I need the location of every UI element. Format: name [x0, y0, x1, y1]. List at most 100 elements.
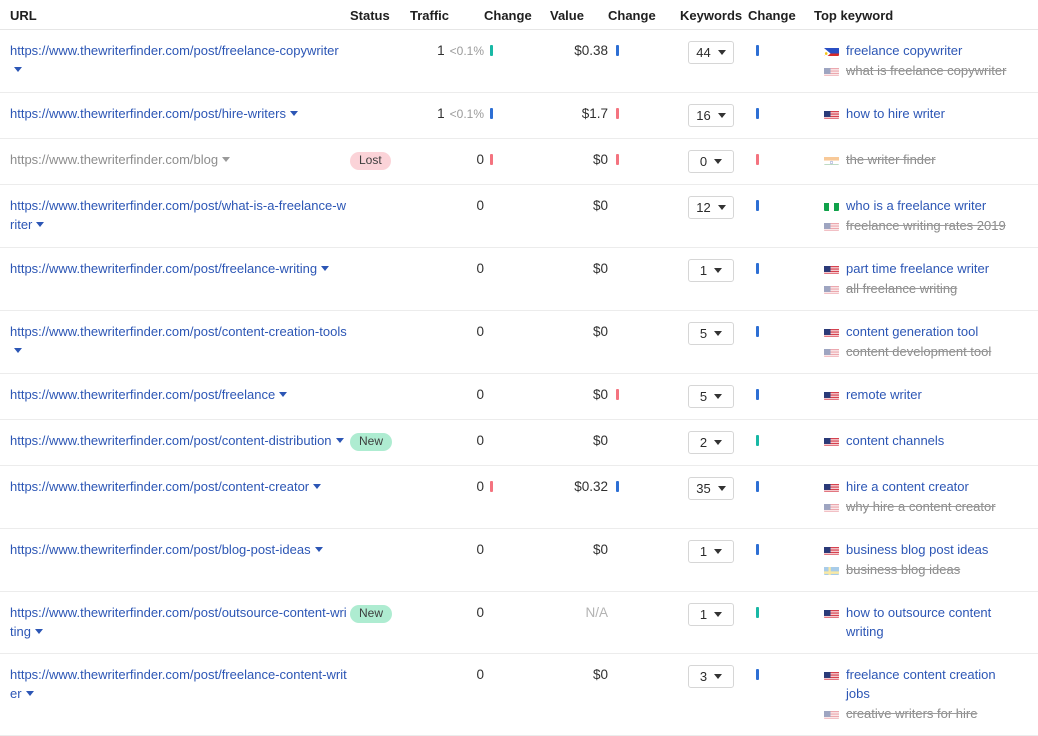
url-link[interactable]: https://www.thewriterfinder.com/post/wha… — [10, 198, 346, 232]
traffic-value: 0 — [476, 433, 484, 448]
keywords-count-dropdown[interactable]: 35 — [688, 477, 734, 500]
url-link[interactable]: https://www.thewriterfinder.com/post/con… — [10, 433, 332, 448]
top-keyword-cell: business blog post ideas business blog id… — [814, 540, 1014, 580]
url-link[interactable]: https://www.thewriterfinder.com/post/con… — [10, 479, 309, 494]
chevron-down-icon[interactable] — [313, 484, 322, 489]
keywords-count-dropdown[interactable]: 12 — [688, 196, 734, 219]
keywords-count-dropdown[interactable]: 1 — [688, 540, 734, 563]
chevron-down-icon[interactable] — [222, 157, 231, 162]
change-indicator-icon — [490, 544, 493, 555]
url-link[interactable]: https://www.thewriterfinder.com/post/fre… — [10, 261, 317, 276]
column-header-keywords-change[interactable]: Change — [748, 6, 814, 25]
url-link[interactable]: https://www.thewriterfinder.com/post/con… — [10, 324, 347, 339]
chevron-down-icon[interactable] — [14, 348, 22, 353]
chevron-down-icon — [714, 549, 723, 554]
chevron-down-icon[interactable] — [335, 438, 344, 443]
traffic-value: 0 — [476, 152, 484, 167]
chevron-down-icon[interactable] — [14, 67, 22, 72]
column-header-keywords[interactable]: Keywords — [680, 6, 748, 25]
value-amount: $0 — [592, 387, 608, 402]
chevron-down-icon[interactable] — [36, 222, 45, 227]
keywords-cell: 0 — [674, 150, 748, 173]
change-indicator-icon — [616, 435, 619, 446]
top-keyword-text[interactable]: part time freelance writer — [846, 259, 989, 278]
traffic-change-cell — [484, 196, 544, 215]
top-keyword-text[interactable]: content generation tool — [846, 322, 978, 341]
top-keyword-text[interactable]: freelance copywriter — [846, 41, 962, 60]
top-keyword-cell: content generation tool content developme… — [814, 322, 1014, 362]
traffic-cell: 0 — [402, 665, 484, 684]
url-link[interactable]: https://www.thewriterfinder.com/blog — [10, 152, 218, 167]
top-keyword-text[interactable]: how to outsource content writing — [846, 603, 1014, 641]
change-indicator-icon — [490, 326, 493, 337]
column-header-traffic-change[interactable]: Change — [484, 6, 550, 25]
traffic-percent: <0.1% — [449, 44, 484, 58]
top-keyword-item: all freelance writing — [824, 279, 1014, 298]
country-flag-icon-ph — [824, 45, 839, 56]
url-link[interactable]: https://www.thewriterfinder.com/post/out… — [10, 605, 347, 639]
top-keyword-text[interactable]: remote writer — [846, 385, 922, 404]
keywords-count-dropdown[interactable]: 16 — [688, 104, 734, 127]
top-keyword-text[interactable]: freelance content creation jobs — [846, 665, 1014, 703]
keywords-count-dropdown[interactable]: 2 — [688, 431, 734, 454]
keywords-count-dropdown[interactable]: 5 — [688, 385, 734, 408]
top-keyword-item: the writer finder — [824, 150, 1014, 169]
url-cell: https://www.thewriterfinder.com/post/con… — [0, 477, 350, 496]
keywords-count-value: 1 — [699, 263, 708, 278]
chevron-down-icon — [717, 113, 726, 118]
top-keyword-text[interactable]: content channels — [846, 431, 944, 450]
top-keyword-text[interactable]: how to hire writer — [846, 104, 945, 123]
keywords-count-value: 1 — [699, 607, 708, 622]
top-keyword-text[interactable]: hire a content creator — [846, 477, 969, 496]
keywords-change-cell — [748, 41, 814, 60]
chevron-down-icon[interactable] — [279, 392, 288, 397]
keywords-count-dropdown[interactable]: 5 — [688, 322, 734, 345]
url-link[interactable]: https://www.thewriterfinder.com/post/fre… — [10, 43, 339, 58]
change-indicator-icon — [616, 481, 619, 492]
keywords-count-dropdown[interactable]: 0 — [688, 150, 734, 173]
keywords-count-dropdown[interactable]: 1 — [688, 259, 734, 282]
column-header-value-change[interactable]: Change — [608, 6, 680, 25]
chevron-down-icon[interactable] — [321, 266, 330, 271]
value-change-cell — [608, 41, 674, 60]
chevron-down-icon[interactable] — [289, 111, 298, 116]
change-indicator-icon — [756, 544, 759, 555]
value-change-cell — [608, 150, 674, 169]
chevron-down-icon[interactable] — [314, 547, 323, 552]
top-keyword-text[interactable]: who is a freelance writer — [846, 196, 986, 215]
top-keyword-item: freelance writing rates 2019 — [824, 216, 1014, 235]
change-indicator-icon — [490, 389, 493, 400]
traffic-cell: 1 <0.1% — [402, 41, 484, 61]
top-keyword-item: business blog ideas — [824, 560, 1014, 579]
traffic-cell: 0 — [402, 259, 484, 278]
url-link[interactable]: https://www.thewriterfinder.com/post/blo… — [10, 542, 311, 557]
top-keyword-text[interactable]: business blog post ideas — [846, 540, 988, 559]
traffic-cell: 0 — [402, 385, 484, 404]
keywords-count-dropdown[interactable]: 44 — [688, 41, 734, 64]
change-indicator-icon — [756, 435, 759, 446]
table-row: https://www.thewriterfinder.com/post/con… — [0, 311, 1038, 374]
keywords-count-dropdown[interactable]: 1 — [688, 603, 734, 626]
column-header-top-keyword[interactable]: Top keyword — [814, 6, 1014, 25]
keywords-count-value: 44 — [696, 45, 711, 60]
traffic-change-cell — [484, 665, 544, 684]
chevron-down-icon[interactable] — [25, 691, 34, 696]
country-flag-icon-us — [824, 220, 839, 231]
table-row: https://www.thewriterfinder.com/post/fre… — [0, 248, 1038, 311]
value-cell: $0 — [544, 259, 608, 278]
url-link[interactable]: https://www.thewriterfinder.com/post/hir… — [10, 106, 286, 121]
url-link[interactable]: https://www.thewriterfinder.com/post/fre… — [10, 387, 275, 402]
chevron-down-icon[interactable] — [34, 629, 43, 634]
column-header-value[interactable]: Value — [550, 6, 608, 25]
keywords-count-dropdown[interactable]: 3 — [688, 665, 734, 688]
change-indicator-icon — [616, 326, 619, 337]
table-row: https://www.thewriterfinder.com/post/wha… — [0, 185, 1038, 248]
value-change-cell — [608, 385, 674, 404]
change-indicator-icon — [490, 481, 493, 492]
column-header-status[interactable]: Status — [350, 6, 402, 25]
column-header-url[interactable]: URL — [0, 6, 350, 25]
column-header-traffic[interactable]: Traffic — [402, 6, 484, 25]
country-flag-icon-us — [824, 481, 839, 492]
keywords-count-value: 5 — [699, 326, 708, 341]
url-link[interactable]: https://www.thewriterfinder.com/post/fre… — [10, 667, 347, 701]
